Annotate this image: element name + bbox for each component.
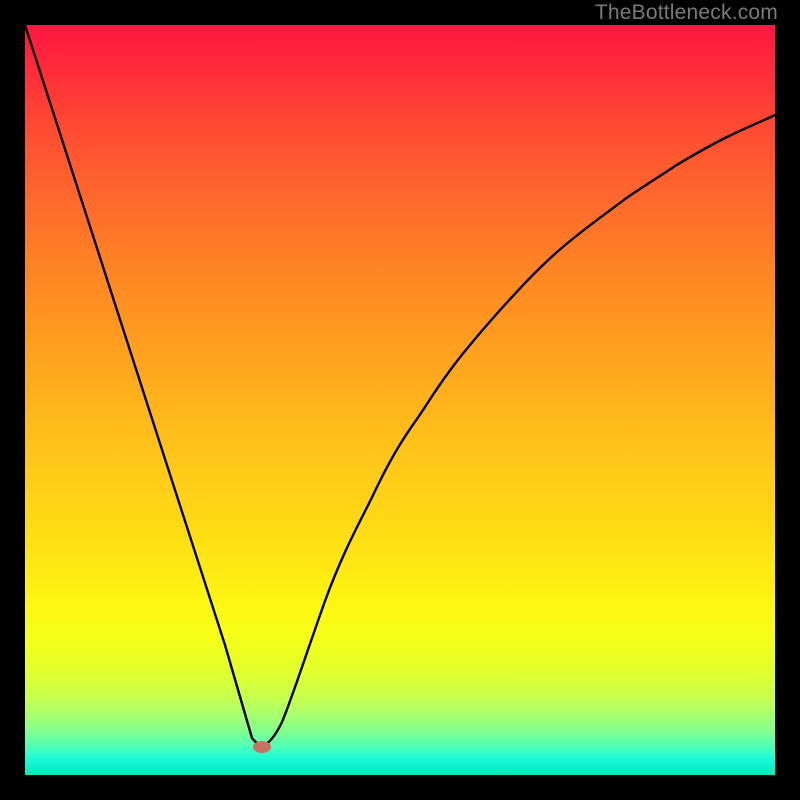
watermark-text: TheBottleneck.com [595, 1, 778, 25]
minimum-point-marker [253, 741, 271, 753]
plot-area [25, 25, 775, 775]
chart-frame: TheBottleneck.com [0, 0, 800, 800]
curve-layer [25, 25, 775, 775]
bottleneck-curve [25, 25, 775, 745]
